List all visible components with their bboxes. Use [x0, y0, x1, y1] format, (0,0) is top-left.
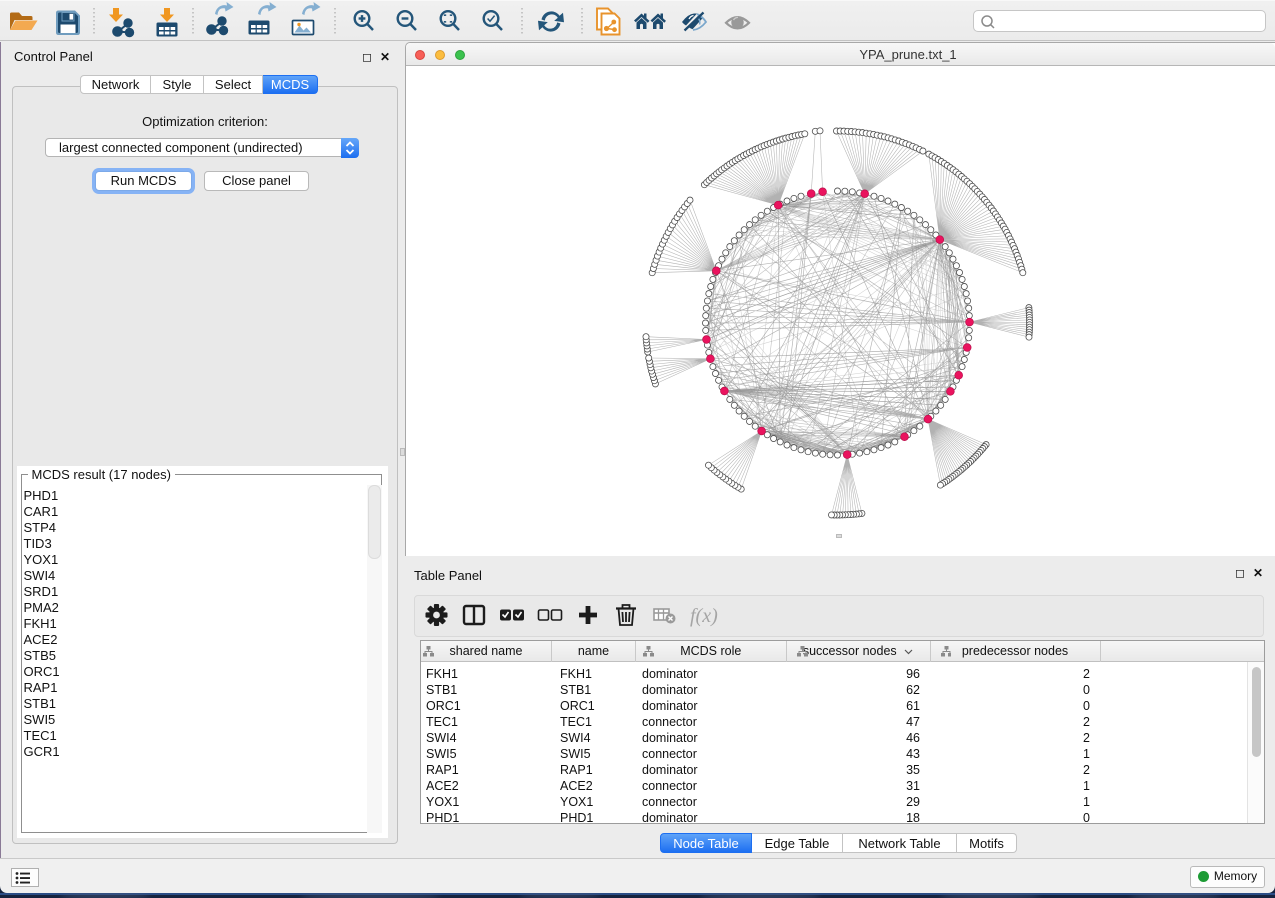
svg-text:f(x): f(x): [690, 605, 718, 627]
